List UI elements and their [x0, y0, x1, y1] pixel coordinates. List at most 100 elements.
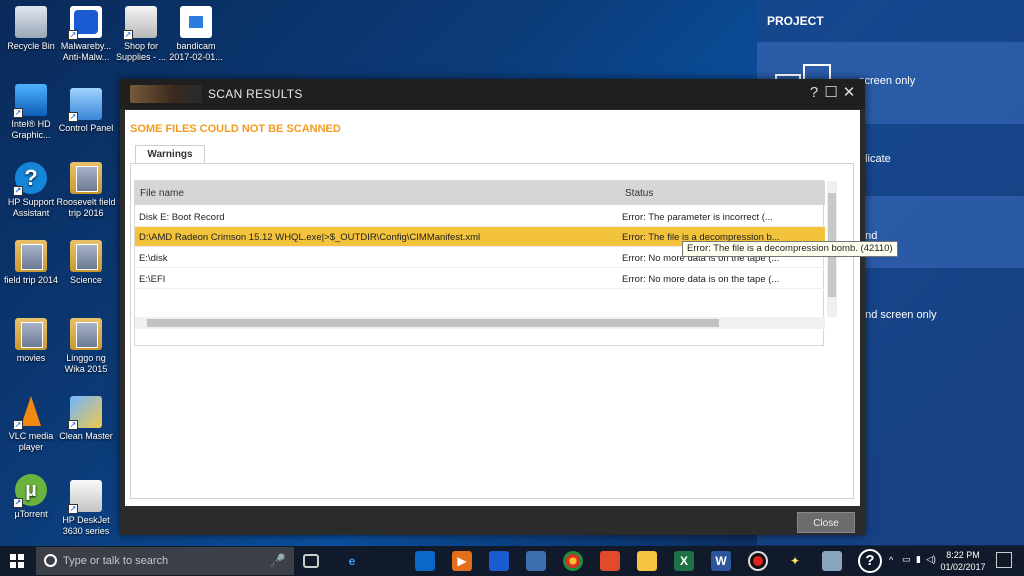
- dialog-title: SCAN RESULTS: [208, 87, 303, 101]
- edge-browser-icon[interactable]: e: [342, 551, 362, 571]
- vlc-cone-icon: ↗: [13, 396, 47, 430]
- column-header-status[interactable]: Status: [625, 188, 653, 199]
- table-row[interactable]: Disk E: Boot Record Error: The parameter…: [135, 207, 825, 227]
- media-player-icon[interactable]: ▶: [452, 551, 472, 571]
- dialog-content: SOME FILES COULD NOT BE SCANNED Warnings…: [125, 110, 898, 506]
- folder-icon: [15, 240, 47, 272]
- desktop-icon-label: field trip 2014: [3, 275, 59, 285]
- desktop-icon-label: Control Panel: [58, 123, 114, 133]
- chrome-icon[interactable]: [563, 551, 583, 571]
- desktop-icon-field-trip-2014[interactable]: field trip 2014: [0, 240, 62, 286]
- folder-icon: [70, 162, 102, 194]
- windows-start-icon[interactable]: [10, 554, 24, 568]
- search-placeholder: Type or talk to search: [63, 555, 169, 567]
- folder-icon: [70, 240, 102, 272]
- desktop-icon-hp-support[interactable]: ? ↗ HP Support Assistant: [0, 162, 62, 219]
- search-box[interactable]: Type or talk to search 🎤: [36, 547, 294, 575]
- status-tooltip: Error: The file is a decompression bomb.…: [682, 241, 898, 257]
- help-tray-icon[interactable]: ?: [858, 549, 882, 573]
- desktop-icon-label: HP DeskJet 3630 series: [62, 515, 110, 536]
- desktop-icon-intel-graphics[interactable]: ↗ Intel® HD Graphic...: [0, 84, 62, 141]
- results-table: File name Status Disk E: Boot Record Err…: [134, 180, 837, 346]
- desktop-icon-label: Intel® HD Graphic...: [11, 119, 51, 140]
- cell-status: Error: The parameter is incorrect (...: [622, 212, 773, 223]
- desktop-icon-label: Shop for Supplies - ...: [115, 41, 167, 62]
- notifications-icon[interactable]: [996, 552, 1012, 568]
- cortana-icon: [44, 554, 57, 567]
- desktop-icon-movies[interactable]: movies: [0, 318, 62, 364]
- desktop-icon-label: µTorrent: [14, 509, 48, 519]
- taskbar: Type or talk to search 🎤 e ▶ X W ✦ ? ^ ▭…: [0, 546, 1024, 576]
- cell-file-name: D:\AMD Radeon Crimson 15.12 WHQL.exe|>$_…: [139, 232, 481, 243]
- table-row[interactable]: E:\EFI Error: No more data is on the tap…: [135, 269, 825, 289]
- column-header-file-name[interactable]: File name: [140, 188, 184, 199]
- malwarebytes-taskbar-icon[interactable]: [489, 551, 509, 571]
- desktop-icon-label: VLC media player: [8, 431, 54, 452]
- chevron-up-icon[interactable]: ^: [889, 555, 893, 565]
- window-app-icon[interactable]: [822, 551, 842, 571]
- clock-time: 8:22 PM: [946, 550, 980, 560]
- maximize-button[interactable]: ☐: [822, 83, 840, 103]
- pdf-app-icon[interactable]: [600, 551, 620, 571]
- horizontal-scrollbar[interactable]: [135, 317, 825, 329]
- cell-status: Error: No more data is on the tape (...: [622, 274, 780, 285]
- folder-icon: [70, 318, 102, 350]
- cell-file-name: E:\EFI: [139, 274, 166, 285]
- desktop-icon-clean-master[interactable]: ↗ Clean Master: [55, 396, 117, 442]
- desktop-icon-label: Linggo ng Wika 2015: [64, 353, 108, 374]
- desktop-icon-shop-supplies[interactable]: ↗ Shop for Supplies - ...: [110, 6, 172, 63]
- desktop-icon-linggo[interactable]: Linggo ng Wika 2015: [55, 318, 117, 375]
- system-clock[interactable]: 8:22 PM 01/02/2017: [935, 549, 991, 573]
- battery-icon[interactable]: ▮: [916, 554, 921, 565]
- file-explorer-icon[interactable]: [637, 551, 657, 571]
- desktop-icon-hp-deskjet[interactable]: ↗ HP DeskJet 3630 series: [55, 480, 117, 537]
- control-panel-icon: ↗: [68, 88, 102, 122]
- printer-icon: ↗: [68, 480, 102, 514]
- lightbulb-icon[interactable]: ✦: [785, 551, 805, 571]
- help-button[interactable]: ?: [805, 83, 823, 103]
- project-option-label[interactable]: ond screen only: [859, 309, 937, 321]
- desktop-icon-label: Roosevelt field trip 2016: [56, 197, 116, 218]
- desktop-icon-roosevelt[interactable]: Roosevelt field trip 2016: [55, 162, 117, 219]
- help-question-icon: ? ↗: [13, 162, 47, 196]
- project-title: PROJECT: [767, 14, 824, 28]
- excel-icon[interactable]: X: [674, 551, 694, 571]
- network-icon[interactable]: ▭: [902, 554, 911, 565]
- desktop-icon-malwarebytes[interactable]: ↗ Malwareby... Anti-Malw...: [55, 6, 117, 63]
- app-taskbar-icon[interactable]: [526, 551, 546, 571]
- utorrent-icon: µ ↗: [13, 474, 47, 508]
- scrollbar-thumb[interactable]: [147, 319, 719, 327]
- desktop-icon-label: Malwareby... Anti-Malw...: [60, 41, 112, 62]
- clock-date: 01/02/2017: [940, 562, 986, 572]
- tab-warnings[interactable]: Warnings: [135, 145, 205, 164]
- desktop-icon-science[interactable]: Science: [55, 240, 117, 286]
- close-button[interactable]: Close: [797, 512, 855, 533]
- record-icon[interactable]: [748, 551, 768, 571]
- printer-icon: ↗: [123, 6, 157, 40]
- folder-icon: [15, 318, 47, 350]
- recycle-bin-icon: [15, 6, 47, 38]
- video-file-icon: [180, 6, 212, 38]
- close-window-button[interactable]: ✕: [840, 83, 858, 103]
- intel-icon: ↗: [13, 84, 47, 118]
- desktop-icon-vlc[interactable]: ↗ VLC media player: [0, 396, 62, 453]
- scan-results-dialog: SCAN RESULTS ? ☐ ✕ SOME FILES COULD NOT …: [120, 79, 898, 535]
- desktop-icon-label: Science: [69, 275, 103, 285]
- desktop-icon-control-panel[interactable]: ↗ Control Panel: [55, 88, 117, 134]
- desktop-icon-bandicam[interactable]: bandicam 2017-02-01...: [165, 6, 227, 63]
- malwarebytes-icon: ↗: [68, 6, 102, 40]
- project-option-label: screen only: [859, 75, 916, 87]
- desktop-icon-label: Recycle Bin: [7, 41, 55, 51]
- cell-file-name: Disk E: Boot Record: [139, 212, 225, 223]
- word-icon[interactable]: W: [711, 551, 731, 571]
- store-icon[interactable]: [415, 551, 435, 571]
- desktop-icon-label: movies: [16, 353, 46, 363]
- microphone-icon[interactable]: 🎤: [270, 553, 286, 569]
- task-view-icon[interactable]: [303, 554, 319, 568]
- dialog-titlebar[interactable]: SCAN RESULTS ? ☐ ✕: [120, 79, 865, 109]
- desktop-icon-label: HP Support Assistant: [7, 197, 55, 218]
- broom-icon: ↗: [68, 396, 102, 430]
- desktop-icon-utorrent[interactable]: µ ↗ µTorrent: [0, 474, 62, 520]
- cell-file-name: E:\disk: [139, 253, 168, 264]
- desktop-icon-recycle-bin[interactable]: Recycle Bin: [0, 6, 62, 52]
